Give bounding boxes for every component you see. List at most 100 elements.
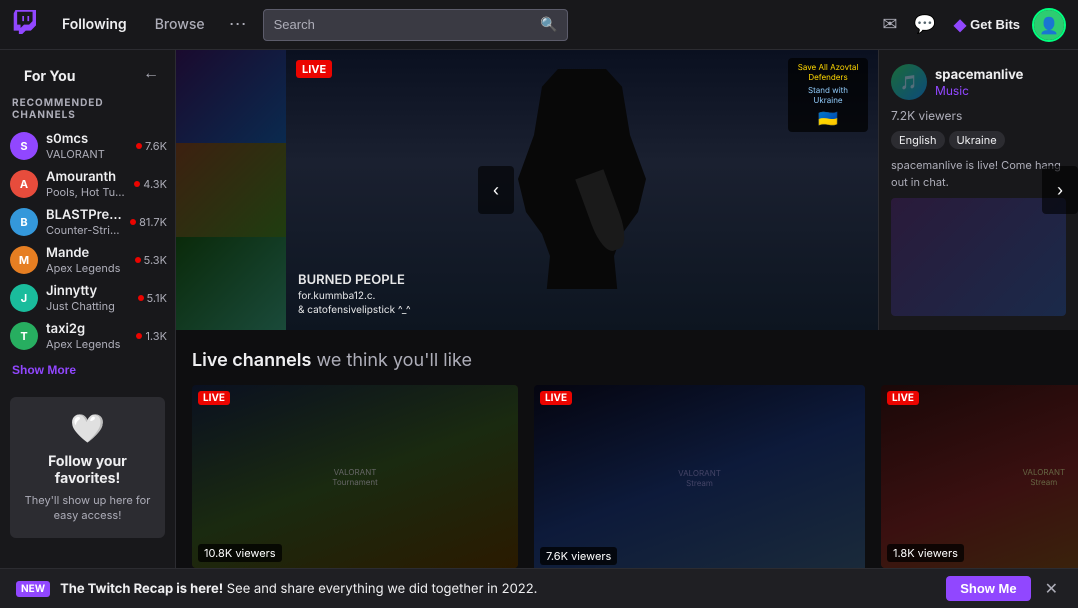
channel-viewers: 4.3K — [134, 177, 167, 191]
sidebar-channel-s0mcs[interactable]: S s0mcs VALORANT 7.6K — [0, 127, 175, 165]
sidebar-channel-amouranth[interactable]: A Amouranth Pools, Hot Tubs, an... 4.3K — [0, 165, 175, 203]
live-dot — [138, 295, 144, 301]
hero-thumb-3[interactable] — [176, 237, 286, 330]
channel-name: taxi2g — [46, 321, 128, 337]
channel-info: s0mcs VALORANT — [46, 131, 128, 161]
hero-main-stream[interactable]: LIVE Save All Azovtal Defenders Stand wi… — [286, 50, 878, 330]
channel-info: Amouranth Pools, Hot Tubs, an... — [46, 169, 126, 199]
hero-bottom-text: BURNED PEOPLE for.kummba12.c. & catofens… — [298, 272, 411, 318]
card-live-badge-3: LIVE — [887, 391, 919, 405]
hero-thumbnails — [176, 50, 286, 330]
live-dot — [134, 181, 140, 187]
channel-viewers: 5.3K — [135, 253, 167, 267]
sidebar-channel-jinnytty[interactable]: J Jinnytty Just Chatting 5.1K — [0, 279, 175, 317]
tag-ukraine[interactable]: Ukraine — [949, 131, 1005, 149]
top-navigation: Following Browse ⋯ 🔍 ✉ 💬 ◆ Get Bits 👤 — [0, 0, 1078, 50]
sidebar-channel-taxi2g[interactable]: T taxi2g Apex Legends 1.3K — [0, 317, 175, 355]
channel-info: Mande Apex Legends — [46, 245, 127, 275]
following-nav[interactable]: Following — [54, 12, 135, 37]
hero-preview-thumbnail[interactable] — [891, 198, 1066, 316]
channel-game: Apex Legends — [46, 261, 127, 275]
channel-game: Apex Legends — [46, 337, 128, 351]
search-bar[interactable]: 🔍 — [263, 9, 569, 41]
live-dot — [130, 219, 136, 225]
channel-viewers: 1.3K — [136, 329, 167, 343]
hero-viewers-count: 7.2K viewers — [891, 108, 1066, 123]
banner-text: The Twitch Recap is here! See and share … — [60, 581, 936, 597]
follow-favorites-title: Follow your favorites! — [22, 453, 153, 487]
channel-viewers: 7.6K — [136, 139, 167, 153]
heart-icon: 🤍 — [70, 411, 105, 445]
recommended-channels-label: RECOMMENDED CHANNELS — [0, 93, 175, 127]
bottom-banner: NEW The Twitch Recap is here! See and sh… — [0, 568, 1078, 608]
section-title: Live channels we think you'll like — [192, 350, 1062, 371]
follow-favorites-box: 🤍 Follow your favorites! They'll show up… — [10, 397, 165, 538]
channel-game: Counter-Strike: Gl... — [46, 223, 122, 237]
for-you-label: For You — [12, 58, 87, 89]
banner-close-button[interactable]: ✕ — [1041, 575, 1062, 603]
activity-button[interactable]: 💬 — [907, 8, 941, 41]
avatar-image: 👤 — [1034, 10, 1064, 40]
sidebar-channel-blastpremier[interactable]: B BLASTPremier Counter-Strike: Gl... 81.… — [0, 203, 175, 241]
live-dot — [136, 333, 142, 339]
channel-viewers: 5.1K — [138, 291, 167, 305]
channel-info: Jinnytty Just Chatting — [46, 283, 130, 313]
card-thumbnail-1: VALORANTTournament LIVE 10.8K viewers — [192, 385, 518, 568]
card-live-badge-1: LIVE — [198, 391, 230, 405]
user-avatar-button[interactable]: 👤 — [1032, 8, 1066, 42]
show-more-button[interactable]: Show More — [0, 355, 175, 385]
channel-info: taxi2g Apex Legends — [46, 321, 128, 351]
channel-name: s0mcs — [46, 131, 128, 147]
browse-nav[interactable]: Browse — [147, 12, 213, 37]
channel-avatar: J — [10, 284, 38, 312]
channel-name: Amouranth — [46, 169, 126, 185]
sidebar-channel-mande[interactable]: M Mande Apex Legends 5.3K — [0, 241, 175, 279]
card-thumbnail-3: VALORANTStream LIVE 1.8K viewers — [881, 385, 1078, 568]
banner-new-badge: NEW — [16, 581, 50, 597]
channel-name: Mande — [46, 245, 127, 261]
hero-ukraine-flag: Save All Azovtal Defenders Stand with Uk… — [788, 58, 868, 132]
search-input[interactable] — [274, 17, 540, 32]
hero-channel-name[interactable]: spacemanlive — [935, 67, 1023, 83]
more-nav-icon[interactable]: ⋯ — [225, 10, 251, 39]
card-thumbnail-2: VALORANTStream LIVE 7.6K viewers — [534, 385, 865, 571]
channel-game: Pools, Hot Tubs, an... — [46, 185, 126, 199]
channel-name: BLASTPremier — [46, 207, 122, 223]
hero-prev-button[interactable]: ‹ — [478, 166, 514, 214]
twitch-logo[interactable] — [12, 10, 42, 40]
channel-game: Just Chatting — [46, 299, 130, 313]
channel-avatar: B — [10, 208, 38, 236]
inbox-button[interactable]: ✉ — [876, 8, 903, 41]
nav-icons: ✉ 💬 ◆ Get Bits 👤 — [876, 8, 1066, 42]
hero-channel-header: 🎵 spacemanlive Music — [891, 64, 1066, 100]
hero-live-badge: LIVE — [296, 60, 332, 78]
channel-viewers: 81.7K — [130, 215, 167, 229]
main-content: ‹ LIVE Save All Azovtal Defenders Stand … — [176, 50, 1078, 608]
hero-section: ‹ LIVE Save All Azovtal Defenders Stand … — [176, 50, 1078, 330]
main-layout: For You ← RECOMMENDED CHANNELS S s0mcs V… — [0, 50, 1078, 608]
show-me-button[interactable]: Show Me — [946, 576, 1030, 601]
search-icon: 🔍 — [540, 16, 557, 33]
card-viewers-3: 1.8K viewers — [887, 544, 964, 562]
sidebar: For You ← RECOMMENDED CHANNELS S s0mcs V… — [0, 50, 176, 608]
hero-next-button[interactable]: › — [1042, 166, 1078, 214]
sidebar-header: For You ← — [0, 50, 175, 93]
channel-avatar: T — [10, 322, 38, 350]
channel-info: BLASTPremier Counter-Strike: Gl... — [46, 207, 122, 237]
live-channels-section: Live channels we think you'll like VALOR… — [176, 330, 1078, 608]
hero-thumb-1[interactable] — [176, 50, 286, 143]
channel-avatar: M — [10, 246, 38, 274]
live-dot — [136, 143, 142, 149]
channel-avatar: S — [10, 132, 38, 160]
channel-avatar: A — [10, 170, 38, 198]
tag-english[interactable]: English — [891, 131, 945, 149]
channel-name: Jinnytty — [46, 283, 130, 299]
hero-tags: English Ukraine — [891, 131, 1066, 149]
sidebar-collapse-button[interactable]: ← — [139, 63, 163, 85]
hero-channel-game: Music — [935, 83, 1023, 98]
card-viewers-2: 7.6K viewers — [540, 547, 617, 565]
hero-thumb-2[interactable] — [176, 143, 286, 236]
get-bits-button[interactable]: ◆ Get Bits — [946, 11, 1028, 39]
hero-channel-avatar: 🎵 — [891, 64, 927, 100]
card-live-badge-2: LIVE — [540, 391, 572, 405]
